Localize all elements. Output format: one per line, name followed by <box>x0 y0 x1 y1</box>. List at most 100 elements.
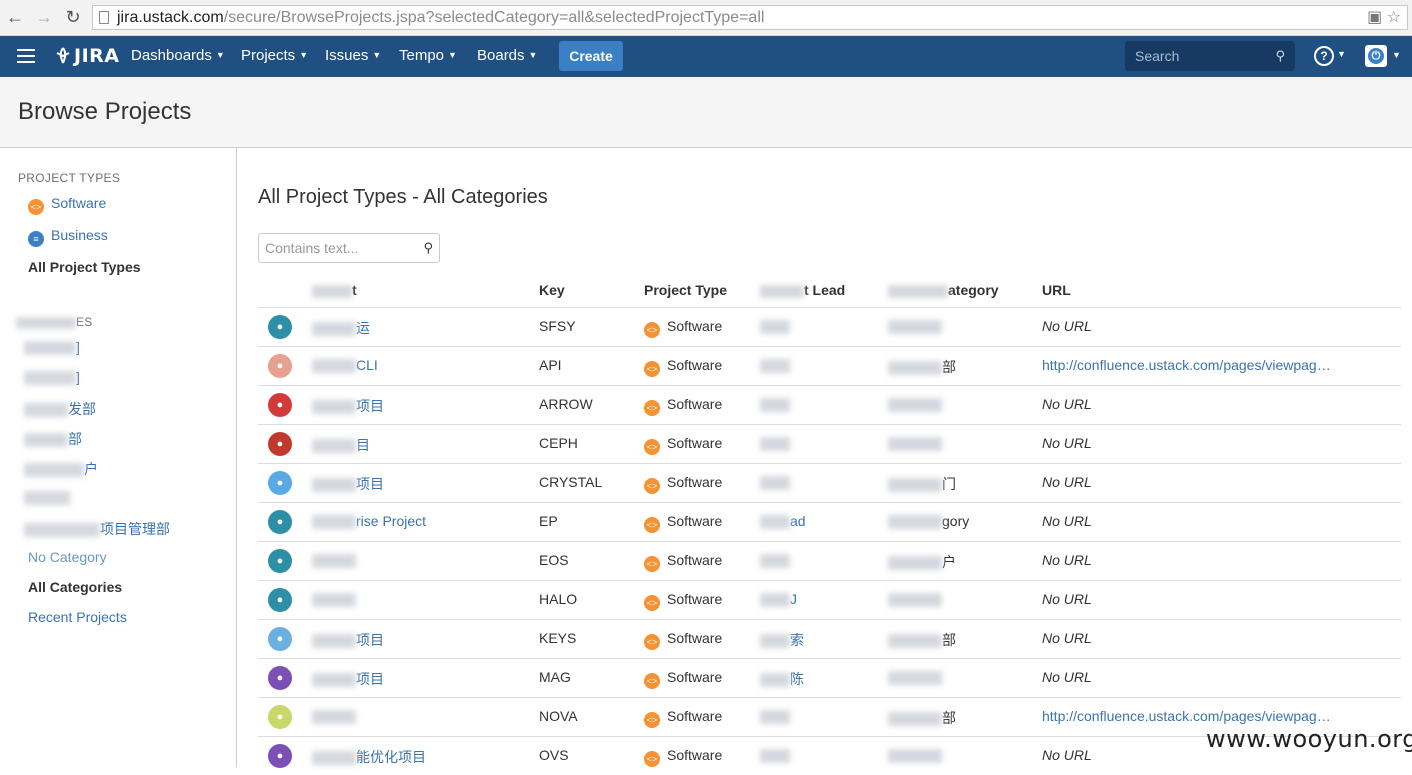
project-name-link[interactable]: 项目 <box>312 630 384 650</box>
project-url: No URL <box>1042 591 1092 607</box>
translate-icon[interactable]: ▣ <box>1367 9 1382 26</box>
project-lead-link[interactable] <box>760 552 790 569</box>
project-lead-link[interactable] <box>760 318 790 335</box>
software-icon: <> <box>644 517 660 533</box>
jira-logo-icon <box>56 47 70 64</box>
project-name-link[interactable] <box>312 708 356 725</box>
header-search-input[interactable]: Search ⚲ <box>1125 41 1295 71</box>
project-lead-link[interactable]: 索 <box>760 630 804 650</box>
page-title: Browse Projects <box>18 98 192 125</box>
project-avatar-icon[interactable]: ● <box>268 549 292 573</box>
sidebar-item-category[interactable]: 发部 <box>24 399 96 419</box>
column-key[interactable]: Key <box>539 282 565 298</box>
menu-projects[interactable]: Projects ▼ <box>241 47 308 64</box>
sidebar-item-category[interactable]: 项目管理部 <box>24 519 170 539</box>
project-name-link[interactable]: 能优化项目 <box>312 747 426 767</box>
software-icon: <> <box>644 712 660 728</box>
project-avatar-icon[interactable]: ● <box>268 432 292 456</box>
star-icon[interactable]: ☆ <box>1387 9 1401 26</box>
sidebar-item-all-categories[interactable]: All Categories <box>28 579 122 595</box>
sidebar-item-no-category[interactable]: No Category <box>28 549 107 565</box>
project-avatar-icon[interactable]: ● <box>268 510 292 534</box>
software-icon: <> <box>644 361 660 377</box>
create-button[interactable]: Create <box>559 41 623 71</box>
sidebar-item-category[interactable] <box>24 489 70 506</box>
project-avatar-icon[interactable]: ● <box>268 705 292 729</box>
sidebar-item-business[interactable]: ≡ Business <box>28 227 108 247</box>
project-category <box>888 669 942 686</box>
url-path: /secure/BrowseProjects.jspa?selectedCate… <box>223 9 765 26</box>
table-row: ● 项目 ARROW <> Software No URL <box>258 385 1401 424</box>
project-lead-link[interactable] <box>760 747 790 764</box>
column-category[interactable]: ategory <box>888 282 999 298</box>
project-lead-link[interactable]: J <box>760 591 797 608</box>
project-name-link[interactable]: 项目 <box>312 474 384 494</box>
chevron-down-icon: ▼ <box>299 50 309 60</box>
menu-boards[interactable]: Boards ▼ <box>477 47 537 64</box>
help-menu[interactable]: ? ▼ <box>1314 46 1346 66</box>
sidebar-item-all-project-types[interactable]: All Project Types <box>28 259 141 275</box>
project-lead-link[interactable]: 陈 <box>760 669 804 689</box>
project-lead-link[interactable] <box>760 357 790 374</box>
project-name-link[interactable] <box>312 552 356 569</box>
watermark: www.wooyun.org <box>1206 725 1412 753</box>
chevron-down-icon: ▼ <box>372 50 382 60</box>
project-avatar-icon[interactable]: ● <box>268 588 292 612</box>
column-project[interactable]: t <box>312 282 357 298</box>
filter-input[interactable]: Contains text... ⚲ <box>258 233 440 263</box>
project-category <box>888 396 942 413</box>
project-name-link[interactable] <box>312 591 356 608</box>
sidebar-item-recent-projects[interactable]: Recent Projects <box>28 609 127 625</box>
project-name-link[interactable]: rise Project <box>312 513 426 530</box>
column-url[interactable]: URL <box>1042 282 1071 298</box>
project-url: No URL <box>1042 435 1092 451</box>
project-avatar-icon[interactable]: ● <box>268 666 292 690</box>
project-url[interactable]: http://confluence.ustack.com/pages/viewp… <box>1042 708 1331 724</box>
project-lead-link[interactable]: ad <box>760 513 806 530</box>
project-name-link[interactable]: 项目 <box>312 669 384 689</box>
project-lead-link[interactable] <box>760 708 790 725</box>
project-avatar-icon[interactable]: ● <box>268 354 292 378</box>
project-lead-link[interactable] <box>760 396 790 413</box>
table-row: ● 运 SFSY <> Software No URL <box>258 307 1401 346</box>
project-type: <> Software <box>644 357 722 377</box>
project-name-link[interactable]: 项目 <box>312 396 384 416</box>
project-avatar-icon[interactable]: ● <box>268 315 292 339</box>
app-switcher-icon[interactable] <box>17 49 35 63</box>
menu-issues[interactable]: Issues ▼ <box>325 47 381 64</box>
project-category <box>888 318 942 335</box>
search-icon: ⚲ <box>1275 48 1285 63</box>
jira-logo[interactable]: JIRA <box>55 45 119 67</box>
column-project-type[interactable]: Project Type <box>644 282 727 298</box>
project-key: NOVA <box>539 708 578 724</box>
reload-icon[interactable]: ↻ <box>62 6 84 28</box>
project-name-link[interactable]: 运 <box>312 318 370 338</box>
menu-dashboards[interactable]: Dashboards ▼ <box>131 47 225 64</box>
address-bar[interactable]: jira.ustack.com/secure/BrowseProjects.js… <box>92 5 1408 30</box>
sidebar-item-category[interactable]: 部 <box>24 429 82 449</box>
project-type: <> Software <box>644 552 722 572</box>
project-avatar-icon[interactable]: ● <box>268 627 292 651</box>
software-icon: <> <box>644 322 660 338</box>
project-name-link[interactable]: 目 <box>312 435 370 455</box>
user-avatar[interactable]: ⏻ <box>1365 45 1387 67</box>
project-lead-link[interactable] <box>760 474 790 491</box>
project-name-link[interactable]: CLI <box>312 357 378 374</box>
chevron-down-icon[interactable]: ▼ <box>1392 50 1401 60</box>
forward-icon[interactable]: → <box>33 6 55 28</box>
back-icon[interactable]: ← <box>4 6 26 28</box>
project-avatar-icon[interactable]: ● <box>268 393 292 417</box>
project-avatar-icon[interactable]: ● <box>268 744 292 768</box>
main-title: All Project Types - All Categories <box>258 186 548 208</box>
menu-tempo[interactable]: Tempo ▼ <box>399 47 457 64</box>
column-project-lead[interactable]: t Lead <box>760 282 845 298</box>
project-url[interactable]: http://confluence.ustack.com/pages/viewp… <box>1042 357 1331 373</box>
sidebar-item-software[interactable]: <> Software <box>28 195 106 215</box>
project-type: <> Software <box>644 630 722 650</box>
project-avatar-icon[interactable]: ● <box>268 471 292 495</box>
sidebar-item-category[interactable]: 户 <box>24 459 98 479</box>
sidebar-item-category[interactable]: ] <box>24 369 80 386</box>
project-lead-link[interactable] <box>760 435 790 452</box>
project-key: EOS <box>539 552 569 568</box>
sidebar-item-category[interactable]: ] <box>24 339 80 356</box>
